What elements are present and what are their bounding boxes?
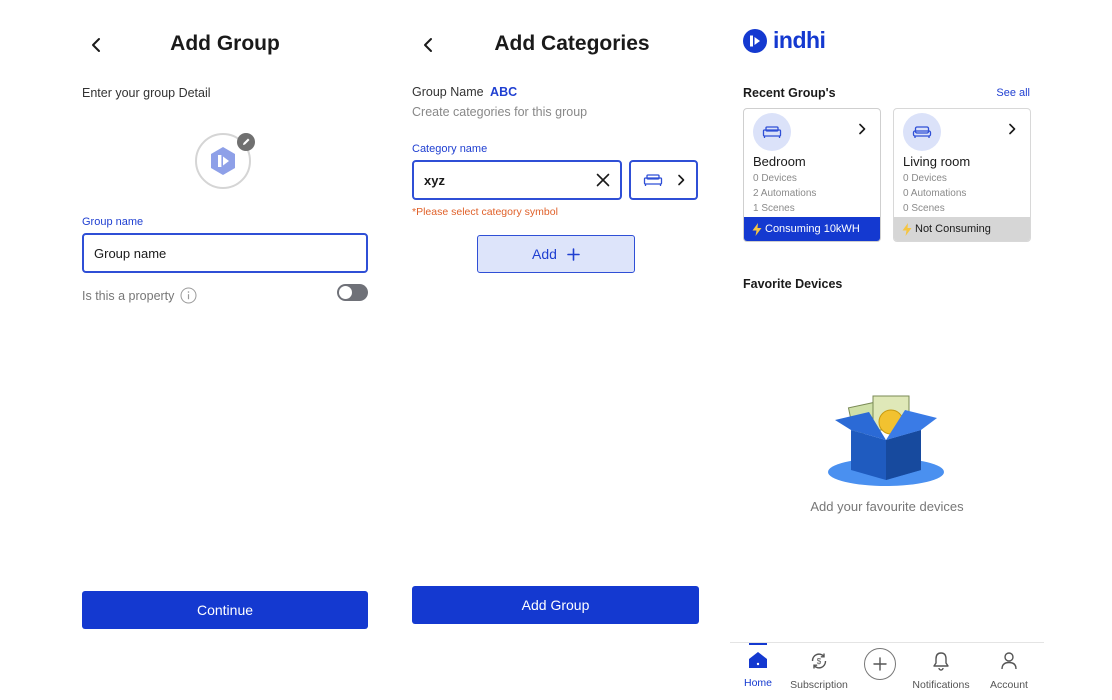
tab-subscription[interactable]: $ Subscription (784, 651, 854, 691)
add-category-button[interactable]: Add (477, 235, 635, 273)
card-scenes: 0 Scenes (903, 203, 945, 214)
edit-pencil-icon[interactable] (237, 133, 255, 151)
subtitle: Enter your group Detail (82, 86, 211, 100)
consumption-text: Consuming 10kWH (765, 223, 860, 235)
info-icon[interactable] (180, 287, 197, 304)
favorite-devices-title: Favorite Devices (743, 277, 843, 291)
page-title: Add Categories (494, 32, 650, 55)
home-icon (749, 652, 767, 668)
group-name-value: ABC (490, 85, 518, 99)
tab-home[interactable]: Home (723, 651, 793, 689)
group-name-row: Group Name ABC (412, 85, 517, 99)
add-circle-icon[interactable] (864, 648, 896, 680)
subtitle: Create categories for this group (412, 105, 588, 119)
tab-account[interactable]: Account (974, 651, 1044, 691)
add-label: Add (532, 246, 557, 262)
property-label: Is this a property (82, 288, 175, 303)
subscription-icon: $ (811, 653, 827, 669)
group-name-prefix: Group Name (412, 85, 484, 99)
header: Add Categories (398, 28, 716, 62)
group-name-input[interactable]: Group name (82, 233, 368, 273)
bottom-tab-bar: Home $ Subscription Notifications Accoun… (730, 642, 1044, 700)
sofa-icon (903, 113, 941, 151)
continue-button[interactable]: Continue (82, 591, 368, 629)
empty-state-text: Add your favourite devices (810, 499, 964, 514)
category-name-label: Category name (412, 143, 488, 155)
add-group-screen: Add Group Enter your group Detail Group … (66, 0, 384, 700)
tab-label: Home (743, 677, 772, 689)
error-message: *Please select category symbol (412, 206, 558, 218)
tab-label: Notifications (912, 679, 970, 691)
empty-box-illustration (828, 395, 944, 486)
active-tab-indicator (749, 643, 767, 645)
recent-groups-title: Recent Group's (743, 86, 836, 100)
card-name: Bedroom (753, 154, 806, 169)
property-toggle[interactable] (337, 284, 368, 301)
clear-x-icon[interactable] (596, 173, 610, 187)
chevron-right-icon (1009, 123, 1016, 135)
card-name: Living room (903, 154, 971, 169)
card-devices: 0 Devices (753, 173, 797, 184)
group-name-value: Group name (94, 246, 167, 261)
logo-icon (743, 28, 767, 53)
bed-icon (753, 113, 791, 151)
consumption-badge: Consuming 10kWH (744, 217, 880, 241)
tab-label: Account (990, 679, 1028, 691)
consumption-badge: Not Consuming (894, 217, 1030, 241)
category-name-input[interactable]: xyz (412, 160, 622, 200)
card-automations: 0 Automations (903, 188, 967, 199)
account-icon (1001, 652, 1017, 670)
bed-icon (643, 174, 662, 186)
card-scenes: 1 Scenes (753, 203, 795, 214)
chevron-right-icon (677, 174, 684, 186)
lightning-icon (752, 222, 762, 236)
home-screen: indhi Recent Group's See all Bedroom 0 D… (730, 0, 1044, 700)
lightning-icon (902, 222, 912, 236)
property-row: Is this a property (82, 287, 197, 304)
group-avatar[interactable] (195, 133, 255, 189)
see-all-link[interactable]: See all (996, 87, 1030, 99)
bell-icon (933, 652, 949, 671)
page-title: Add Group (170, 32, 280, 55)
add-categories-screen: Add Categories Group Name ABC Create cat… (398, 0, 716, 700)
group-name-label: Group name (82, 216, 144, 228)
add-group-button[interactable]: Add Group (412, 586, 699, 624)
chevron-right-icon (859, 123, 866, 135)
group-card-bedroom[interactable]: Bedroom 0 Devices 2 Automations 1 Scenes… (743, 108, 881, 242)
brand-name: indhi (773, 27, 826, 53)
group-card-living-room[interactable]: Living room 0 Devices 0 Automations 0 Sc… (893, 108, 1031, 242)
logo-icon (211, 147, 235, 175)
category-symbol-picker[interactable] (629, 160, 698, 200)
svg-text:$: $ (817, 657, 822, 666)
header: Add Group (66, 28, 384, 62)
consumption-text: Not Consuming (915, 223, 991, 235)
card-automations: 2 Automations (753, 188, 817, 199)
tab-notifications[interactable]: Notifications (906, 651, 976, 691)
category-name-value: xyz (424, 173, 445, 188)
tab-label: Subscription (790, 679, 848, 691)
card-devices: 0 Devices (903, 173, 947, 184)
plus-icon (567, 247, 580, 261)
brand-logo: indhi (742, 27, 826, 54)
